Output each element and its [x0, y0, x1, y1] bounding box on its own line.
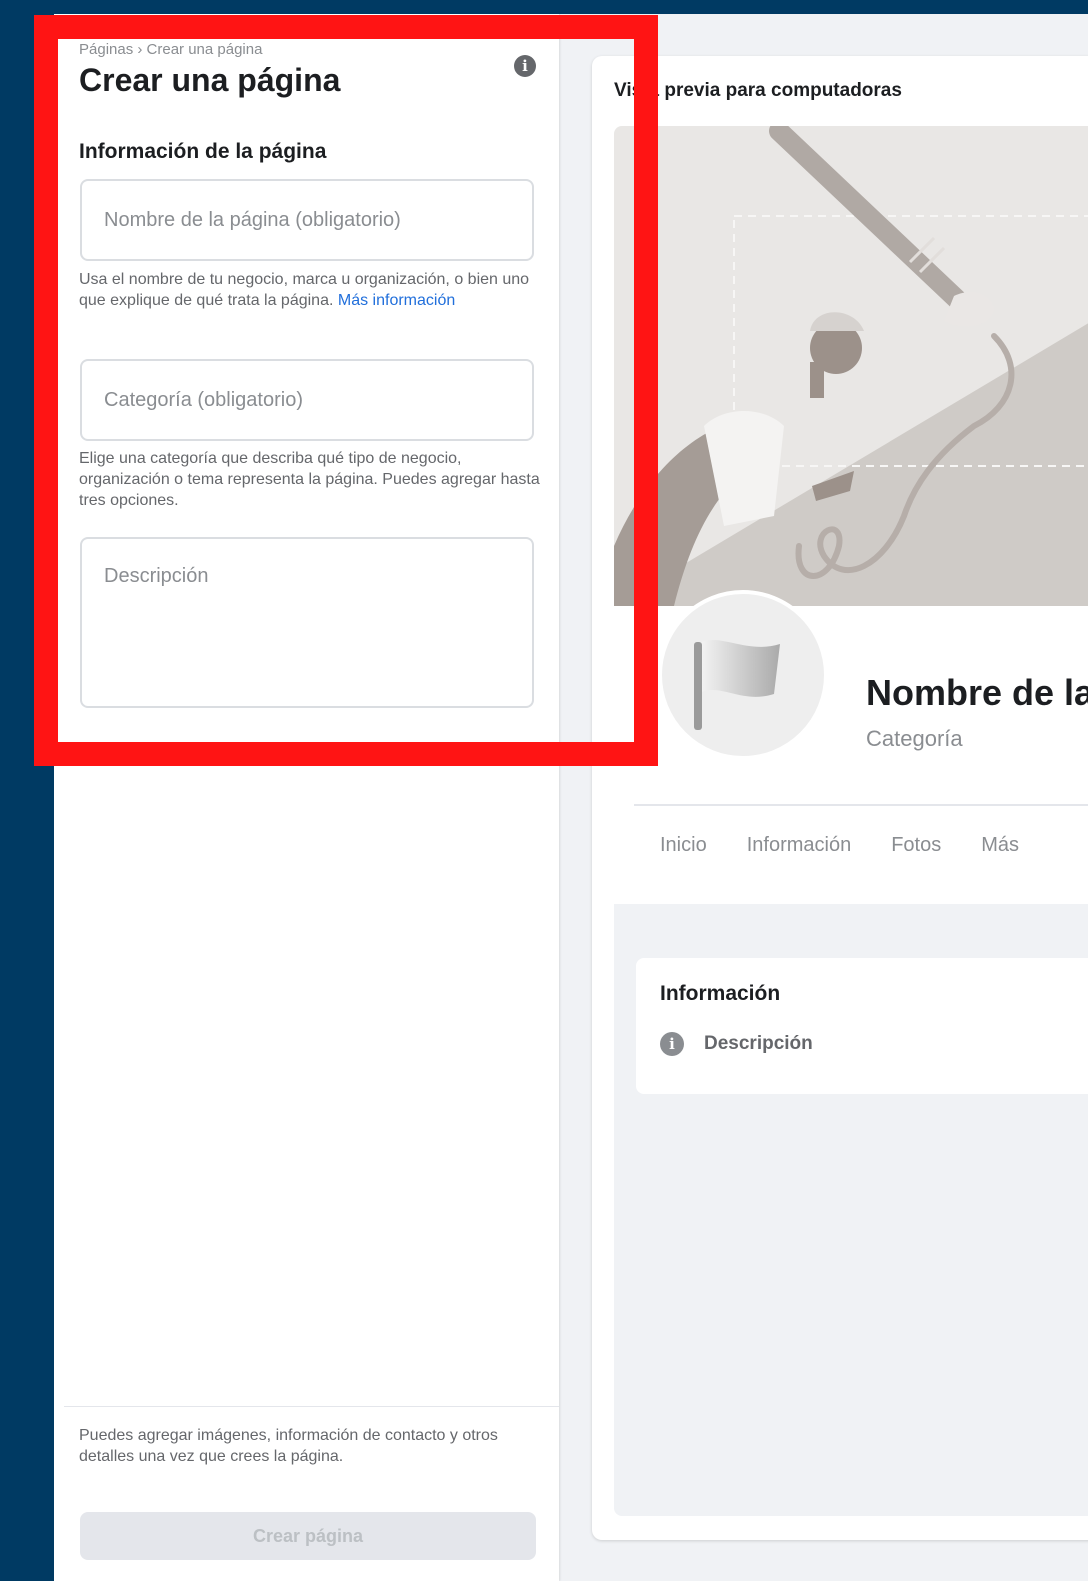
preview-label: Vista previa para computadoras [614, 80, 902, 101]
cover-illustration-svg [614, 126, 1088, 606]
info-circle-icon: i [660, 1032, 684, 1056]
about-title: Información [660, 982, 781, 1005]
page-name-help: Usa el nombre de tu negocio, marca u org… [79, 269, 544, 311]
tab-fotos: Fotos [891, 834, 942, 856]
footer-note: Puedes agregar imágenes, información de … [79, 1427, 498, 1465]
preview-tabs: Inicio Información Fotos Más [660, 834, 1059, 857]
page-name-input[interactable] [80, 179, 534, 261]
tab-mas: Más [981, 834, 1020, 856]
about-description: Descripción [704, 1033, 813, 1054]
cover-illustration [614, 126, 1088, 606]
preview-category: Categoría [866, 726, 963, 751]
desktop-preview: Vista previa para computadoras Nombre de… [592, 56, 1088, 1540]
about-card: Información i Descripción [636, 958, 1088, 1094]
create-page-panel: Páginas › Crear una página Crear una pág… [54, 14, 559, 1581]
category-input[interactable] [80, 359, 534, 441]
preview-divider [634, 804, 1088, 806]
create-page-app: Páginas › Crear una página Crear una pág… [54, 14, 1088, 1581]
breadcrumb[interactable]: Páginas › Crear una página [79, 41, 262, 58]
page-avatar [658, 590, 828, 760]
info-icon[interactable]: i [514, 55, 536, 77]
profile-area: Nombre de la página Categoría Inicio Info… [614, 590, 1088, 904]
tab-inicio: Inicio [660, 834, 707, 856]
create-page-button[interactable]: Crear página [80, 1512, 536, 1560]
description-textarea[interactable] [80, 537, 534, 708]
preview-page: Nombre de la página Categoría Inicio Info… [614, 126, 1088, 1516]
panel-footer: Puedes agregar imágenes, información de … [64, 1406, 559, 1581]
preview-page-name: Nombre de la página [866, 672, 1088, 713]
page-title: Crear una página [79, 62, 341, 98]
page-name-help-text: Usa el nombre de tu negocio, marca u org… [79, 271, 530, 309]
category-help: Elige una categoría que describa qué tip… [79, 450, 540, 509]
learn-more-link[interactable]: Más información [338, 292, 455, 309]
flag-icon [694, 640, 780, 730]
tab-informacion: Información [746, 834, 852, 856]
section-title: Información de la página [79, 140, 327, 163]
